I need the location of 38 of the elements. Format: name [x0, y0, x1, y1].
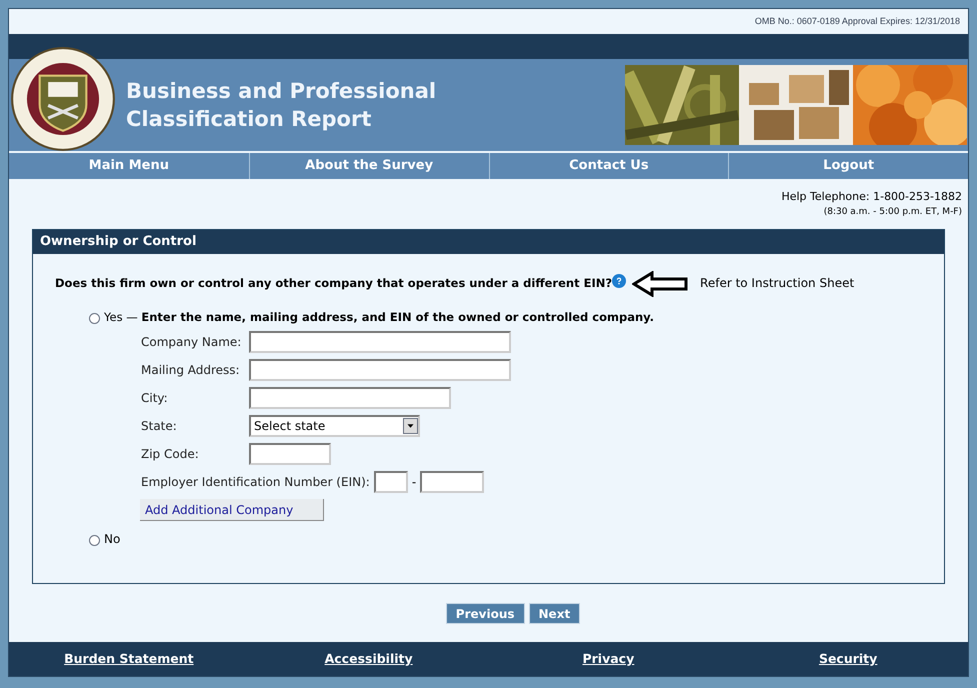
help-telephone: Help Telephone: 1-800-253-1882: [781, 189, 962, 205]
text-field[interactable]: [249, 331, 511, 354]
field-label: Employer Identification Number (EIN):: [141, 474, 370, 492]
field-label: City:: [141, 390, 169, 408]
nav-link[interactable]: About the Survey: [248, 153, 488, 179]
next-button[interactable]: Next: [528, 603, 580, 624]
help-hours: (8:30 a.m. - 5:00 p.m. ET, M-F): [824, 206, 962, 218]
radio-button[interactable]: [89, 534, 100, 546]
nav-link[interactable]: Logout: [728, 153, 968, 179]
question-text: Does this firm own or control any other company that operates under a different EIN?: [55, 275, 612, 292]
field-label: Company Name:: [141, 334, 242, 352]
footer-link[interactable]: Security: [818, 650, 878, 668]
footer-link[interactable]: Privacy: [582, 650, 634, 668]
ein-prefix-field[interactable]: [374, 471, 408, 494]
no-option-label: No: [104, 531, 120, 548]
footer-link[interactable]: Burden Statement: [64, 650, 194, 668]
arrow-left-icon: [632, 271, 688, 297]
help-icon[interactable]: [612, 274, 626, 288]
ein-suffix-field[interactable]: [420, 471, 484, 494]
radio-button[interactable]: [89, 313, 100, 324]
add-company-button[interactable]: Add Additional Company: [140, 499, 324, 522]
text-field[interactable]: [249, 359, 511, 382]
panel-title: Ownership or Control: [33, 230, 944, 254]
footer-link[interactable]: Accessibility: [324, 650, 413, 668]
yes-option-label: Yes — Enter the name, mailing address, and EIN of the owned or controlled company.: [104, 309, 654, 326]
field-label: State:: [141, 418, 178, 436]
report-title: Business and Professional: [126, 78, 436, 105]
text-field[interactable]: [249, 443, 331, 466]
ein-separator: -: [412, 474, 416, 492]
field-label: Zip Code:: [141, 446, 200, 464]
report-title: Classification Report: [126, 106, 372, 133]
field-label: Mailing Address:: [141, 362, 241, 380]
text-field[interactable]: [249, 387, 451, 410]
state-dropdown[interactable]: Select state: [249, 415, 420, 438]
previous-button[interactable]: Previous: [446, 603, 525, 624]
nav-link[interactable]: Contact Us: [488, 153, 728, 179]
nav-link[interactable]: Main Menu: [9, 153, 249, 179]
omb-notice: OMB No.: 0607-0189 Approval Expires: 12/31/2018: [754, 14, 960, 28]
